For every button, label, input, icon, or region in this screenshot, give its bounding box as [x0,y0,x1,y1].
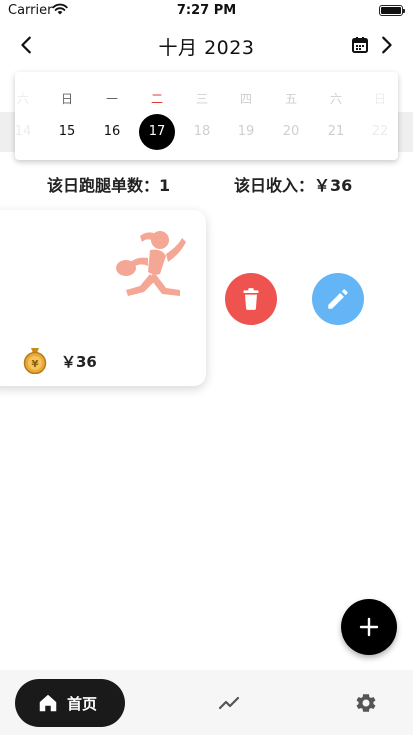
calendar-icon[interactable] [351,36,369,54]
plus-icon [359,617,379,637]
weekday-label: 二 [150,92,163,106]
calendar-day[interactable]: 三 18 [180,72,224,160]
weekday-label: 日 [373,92,386,106]
calendar-day[interactable]: 四 19 [224,72,268,160]
delete-button[interactable] [225,273,277,325]
gear-icon[interactable] [354,691,378,715]
day-number: 15 [58,124,76,139]
day-number: 18 [193,124,211,139]
day-number: 14 [15,124,32,139]
edit-button[interactable] [312,273,364,325]
chevron-right-icon[interactable] [375,34,397,56]
calendar-day[interactable]: 五 20 [269,72,313,160]
day-number: 16 [103,124,121,139]
nav-home-label: 首页 [67,695,98,713]
calendar-day[interactable]: 一 16 [90,72,134,160]
bottom-nav: 首页 [0,670,413,735]
runner-icon [116,231,186,296]
day-number: 17 [148,124,166,139]
header: 十月 2023 [0,30,413,60]
battery-icon [379,5,405,16]
order-count-label: 该日跑腿单数：1 [47,176,171,195]
calendar-day[interactable]: 日 15 [45,72,89,160]
order-amount: ￥36 [61,353,97,371]
svg-text:¥: ¥ [32,359,39,370]
home-icon [39,694,57,712]
add-order-button[interactable] [341,599,397,655]
trash-icon [243,288,259,310]
income-label: 该日收入：￥36 [234,176,353,195]
coin-bag-icon: ¥ [23,348,47,374]
nav-home-button[interactable]: 首页 [15,679,125,727]
weekday-label: 五 [284,92,297,106]
weekday-label: 四 [239,92,252,106]
calendar-day[interactable]: 六 14 [15,72,45,160]
week-calendar: 六 14 日 15 一 16 二 17 三 18 四 19 五 20 六 21 … [15,72,398,160]
status-bar: Carrier 7:27 PM [0,0,413,22]
day-number: 20 [282,124,300,139]
pencil-icon [328,289,348,309]
day-number: 21 [327,124,345,139]
trending-icon[interactable] [217,691,241,715]
day-number: 19 [237,124,255,139]
day-number: 22 [371,124,389,139]
weekday-label: 日 [60,92,73,106]
calendar-day-selected[interactable]: 二 17 [135,72,179,160]
calendar-day[interactable]: 六 21 [314,72,358,160]
day-summary: 该日跑腿单数：1 该日收入：￥36 [0,172,413,196]
weekday-label: 六 [16,92,29,106]
weekday-label: 三 [195,92,208,106]
weekday-label: 一 [105,92,118,106]
weekday-label: 六 [329,92,342,106]
clock: 7:27 PM [176,3,237,18]
order-card[interactable]: ¥ ￥36 [0,210,206,386]
calendar-day[interactable]: 日 22 [358,72,398,160]
